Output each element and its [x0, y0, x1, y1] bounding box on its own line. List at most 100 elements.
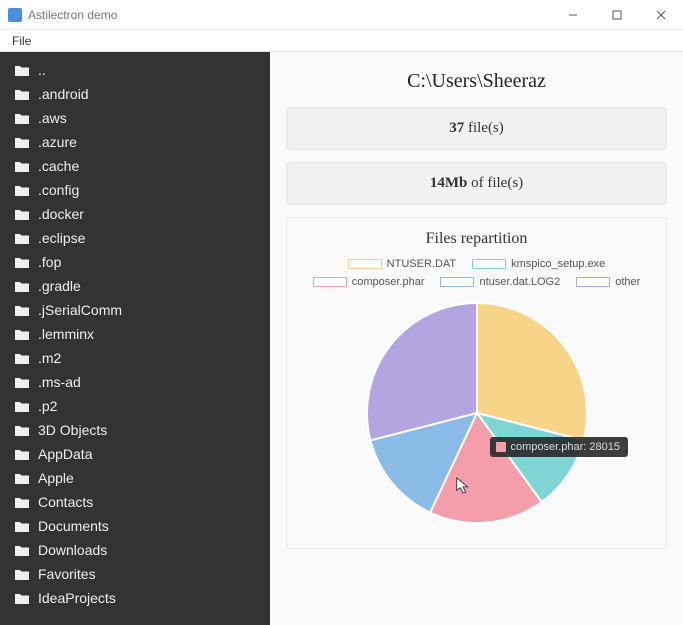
sidebar-item[interactable]: 3D Objects — [10, 418, 270, 442]
legend-item[interactable]: kmspico_setup.exe — [472, 258, 605, 270]
sidebar-item[interactable]: .cache — [10, 154, 270, 178]
sidebar-item[interactable]: .docker — [10, 202, 270, 226]
folder-icon — [14, 328, 30, 341]
legend-label: other — [615, 276, 640, 288]
sidebar-item[interactable]: Apple — [10, 466, 270, 490]
folder-icon — [14, 160, 30, 173]
sidebar-item[interactable]: Contacts — [10, 490, 270, 514]
chart-legend: NTUSER.DAT kmspico_setup.exe composer.phar… — [295, 258, 658, 288]
folder-icon — [14, 568, 30, 581]
file-size-suffix: of file(s) — [467, 175, 523, 191]
legend-swatch — [576, 277, 610, 287]
legend-swatch — [313, 277, 347, 287]
sidebar-item-label: .gradle — [38, 278, 81, 294]
sidebar-item[interactable]: AppData — [10, 442, 270, 466]
folder-icon — [14, 256, 30, 269]
folder-icon — [14, 184, 30, 197]
path-title: C:\Users\Sheeraz — [286, 70, 667, 93]
sidebar-item-label: Favorites — [38, 566, 96, 582]
sidebar-item-label: AppData — [38, 446, 92, 462]
sidebar-item[interactable]: .m2 — [10, 346, 270, 370]
sidebar-item[interactable]: Favorites — [10, 562, 270, 586]
sidebar-item[interactable]: .config — [10, 178, 270, 202]
sidebar-item-label: .config — [38, 182, 79, 198]
chart-tooltip: composer.phar: 28015 — [490, 437, 628, 457]
legend-label: NTUSER.DAT — [387, 258, 456, 270]
folder-icon — [14, 448, 30, 461]
sidebar: .. .android .aws.azure .cache .config .docker… — [0, 52, 270, 625]
sidebar-item[interactable]: .fop — [10, 250, 270, 274]
sidebar-item[interactable]: .lemminx — [10, 322, 270, 346]
sidebar-item-label: Contacts — [38, 494, 93, 510]
window-titlebar: Astilectron demo — [0, 0, 683, 30]
folder-icon — [14, 208, 30, 221]
folder-icon — [14, 88, 30, 101]
folder-icon — [14, 496, 30, 509]
sidebar-item-label: .lemminx — [38, 326, 94, 342]
sidebar-item-label: .m2 — [38, 350, 61, 366]
legend-label: ntuser.dat.LOG2 — [479, 276, 560, 288]
folder-icon — [14, 136, 30, 149]
menubar: File — [0, 30, 683, 52]
legend-item[interactable]: ntuser.dat.LOG2 — [440, 276, 560, 288]
sidebar-item-label: 3D Objects — [38, 422, 107, 438]
sidebar-item[interactable]: Documents — [10, 514, 270, 538]
sidebar-item[interactable]: .android — [10, 82, 270, 106]
sidebar-item-label: .p2 — [38, 398, 57, 414]
file-size-number: 14Mb — [430, 175, 468, 191]
file-count-suffix: file(s) — [464, 120, 504, 136]
legend-swatch — [472, 259, 506, 269]
sidebar-item-label: Apple — [38, 470, 74, 486]
window-controls — [551, 0, 683, 30]
folder-icon — [14, 424, 30, 437]
legend-swatch — [440, 277, 474, 287]
sidebar-item-label: .jSerialComm — [38, 302, 122, 318]
sidebar-item[interactable]: IdeaProjects — [10, 586, 270, 610]
legend-label: kmspico_setup.exe — [511, 258, 605, 270]
minimize-button[interactable] — [551, 0, 595, 30]
sidebar-item-label: .eclipse — [38, 230, 85, 246]
app-icon — [8, 8, 22, 22]
sidebar-list[interactable]: .. .android .aws.azure .cache .config .docker… — [0, 52, 270, 625]
sidebar-item-label: .fop — [38, 254, 61, 270]
sidebar-item[interactable]: .jSerialComm — [10, 298, 270, 322]
folder-icon — [14, 304, 30, 317]
sidebar-item-label: .cache — [38, 158, 79, 174]
sidebar-item[interactable]: Downloads — [10, 538, 270, 562]
window-title: Astilectron demo — [28, 8, 117, 22]
file-count-number: 37 — [449, 120, 464, 136]
chart-card: Files repartition NTUSER.DAT kmspico_setu… — [286, 217, 667, 549]
legend-item[interactable]: other — [576, 276, 640, 288]
legend-item[interactable]: composer.phar — [313, 276, 425, 288]
sidebar-item[interactable]: .p2 — [10, 394, 270, 418]
maximize-button[interactable] — [595, 0, 639, 30]
folder-icon — [14, 232, 30, 245]
sidebar-item-label: Documents — [38, 518, 109, 534]
file-count-box: 37 file(s) — [286, 107, 667, 150]
sidebar-item-label: .. — [38, 62, 46, 78]
sidebar-item[interactable]: .azure — [10, 130, 270, 154]
sidebar-item-label: .ms-ad — [38, 374, 81, 390]
legend-item[interactable]: NTUSER.DAT — [348, 258, 456, 270]
sidebar-item-label: Downloads — [38, 542, 107, 558]
pie-chart[interactable]: composer.phar: 28015 — [362, 298, 592, 528]
folder-icon — [14, 64, 30, 77]
folder-icon — [14, 400, 30, 413]
sidebar-item[interactable]: .ms-ad — [10, 370, 270, 394]
folder-icon — [14, 112, 30, 125]
tooltip-swatch — [496, 442, 506, 452]
sidebar-item[interactable]: .. — [10, 58, 270, 82]
folder-icon — [14, 472, 30, 485]
sidebar-item-label: .docker — [38, 206, 84, 222]
sidebar-item[interactable]: .gradle — [10, 274, 270, 298]
main-panel: C:\Users\Sheeraz 37 file(s) 14Mb of file… — [270, 52, 683, 625]
sidebar-item[interactable]: .eclipse — [10, 226, 270, 250]
folder-icon — [14, 544, 30, 557]
sidebar-item-label: .android — [38, 86, 89, 102]
legend-swatch — [348, 259, 382, 269]
menu-file[interactable]: File — [6, 32, 37, 50]
chart-title: Files repartition — [295, 230, 658, 248]
close-button[interactable] — [639, 0, 683, 30]
file-size-box: 14Mb of file(s) — [286, 162, 667, 205]
sidebar-item[interactable]: .aws — [10, 106, 270, 130]
